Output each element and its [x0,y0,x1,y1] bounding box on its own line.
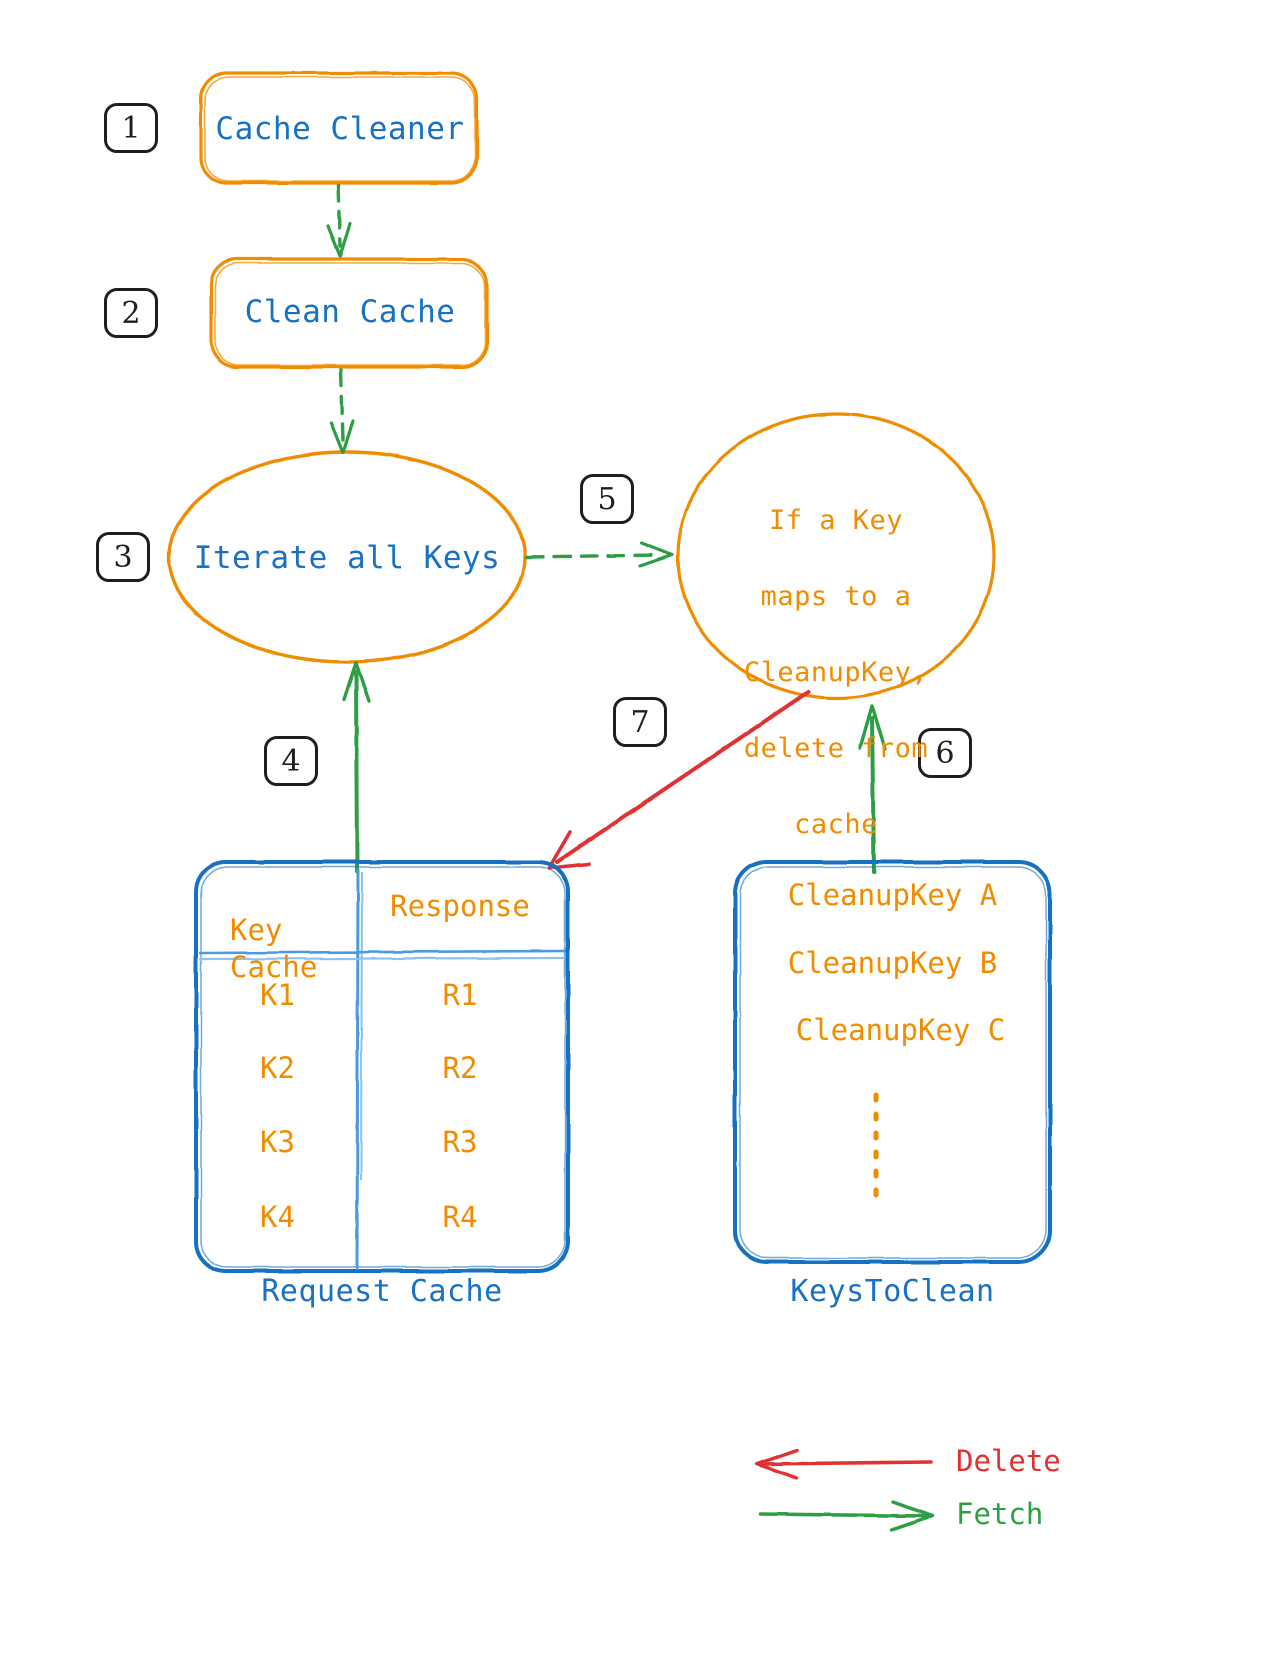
table-row: K1 [260,978,295,1012]
cleanup-condition-line-1: If a Key [768,504,904,536]
node-clean-cache-label[interactable]: Clean Cache [224,294,476,331]
diagram-canvas [167,71,1052,1532]
arrow-request-cache-to-iterate [342,661,371,874]
step-badge-4[interactable]: 4 [264,736,318,786]
list-item: CleanupKey C [795,1013,1006,1047]
table-row: K2 [260,1051,295,1085]
table-row: K3 [260,1125,295,1159]
cleanup-condition-line-5: cache [794,809,878,841]
arrow-clean-cache-to-iterate [329,368,355,455]
request-cache-caption: Request Cache [261,1274,503,1309]
legend-fetch-arrow-icon [758,1500,934,1532]
table-header-cache-key-line2: Key [230,913,283,947]
keys-to-clean-caption: KeysToClean [790,1274,995,1309]
keys-to-clean-container-shape[interactable] [733,860,1052,1264]
node-cleanup-condition-text[interactable]: If a Key maps to a CleanupKey, delete fr… [690,464,982,863]
table-header-response: Response [390,889,530,923]
step-badge-2[interactable]: 2 [104,288,158,338]
table-row: R2 [442,1051,478,1085]
table-row: R4 [442,1200,478,1234]
legend-delete-label: Delete [956,1444,1061,1478]
step-badge-3[interactable]: 3 [96,532,150,582]
arrow-cache-cleaner-to-clean-cache [326,183,352,258]
list-item: CleanupKey B [787,946,998,980]
cleanup-condition-line-2: maps to a [760,580,912,612]
legend-fetch-label: Fetch [956,1497,1044,1531]
table-row: R3 [442,1125,478,1159]
node-iterate-all-keys-label[interactable]: Iterate all Keys [187,540,507,577]
step-badge-7[interactable]: 7 [613,697,667,747]
legend-delete-arrow-icon [755,1448,933,1480]
list-item: CleanupKey A [787,878,998,912]
cleanup-condition-line-3: CleanupKey, [743,656,929,688]
cleanup-condition-line-4: delete from [743,732,929,764]
arrow-iterate-to-cleanup-condition [525,541,674,568]
table-row: R1 [442,978,478,1012]
table-row: K4 [260,1200,295,1234]
step-badge-1[interactable]: 1 [104,103,158,153]
step-badge-5[interactable]: 5 [580,474,634,524]
node-cache-cleaner-label[interactable]: Cache Cleaner [214,111,466,148]
